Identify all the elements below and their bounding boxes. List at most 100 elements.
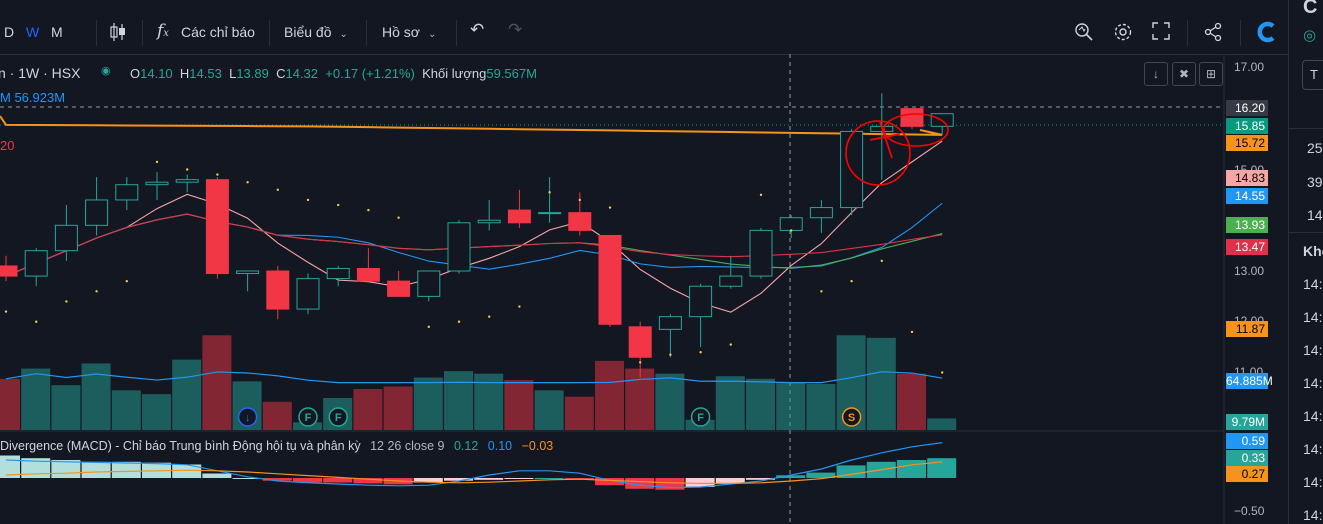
volume-bar [111, 390, 141, 430]
candle-body [809, 207, 833, 219]
psar-dot [850, 279, 853, 283]
macd-histogram-bar [534, 478, 564, 479]
right-side-panel: C ◎ T 25 39 14 Khớ 14:2 14:2 14:2 14:2 1… [1288, 0, 1323, 524]
macd-line-value: 0.10 [487, 439, 513, 453]
psar-dot [95, 290, 98, 293]
volume-bar [806, 383, 836, 430]
macd-histogram-bar [202, 473, 232, 478]
panel-heading: Khớ [1303, 243, 1323, 259]
panel-time: 14:2 [1303, 375, 1323, 391]
volume-bar [534, 390, 564, 430]
volume-bar [927, 418, 957, 430]
macd-title: Divergence (MACD) - Chỉ báo Trung bình Đ… [0, 439, 361, 453]
price-badge: 0.33 [1226, 450, 1268, 466]
dividend-marker-icon[interactable]: ↓ [237, 407, 258, 427]
candle-body [719, 275, 743, 287]
macd-histogram-bar [111, 461, 141, 478]
candle-body [658, 316, 682, 330]
psar-dot [397, 216, 400, 219]
psar-dot [276, 188, 279, 191]
candle-body [54, 224, 78, 252]
volume-bar [444, 371, 473, 430]
earnings-marker-icon[interactable]: F [328, 407, 348, 427]
psar-dot [941, 371, 944, 374]
candle-body [85, 199, 109, 226]
volume-bar [625, 368, 655, 430]
earnings-marker-icon[interactable]: F [690, 407, 711, 427]
panel-time: 14:2 [1303, 342, 1323, 358]
volume-ma-line [5, 371, 943, 384]
panel-time: 14:2 [1303, 276, 1323, 292]
panel-value: 39 [1307, 174, 1323, 190]
volume-bar [202, 335, 232, 430]
volume-bar [897, 373, 926, 430]
volume-bar [172, 359, 202, 430]
volume-bar [0, 378, 20, 430]
panel-time: 14:2 [1303, 474, 1323, 490]
candle-body [115, 184, 139, 201]
price-badge: 13.47 [1226, 239, 1268, 255]
volume-bar [866, 337, 896, 430]
collapse-legend-icon[interactable]: ↓ [1144, 62, 1168, 86]
candle-body [477, 219, 501, 224]
split-marker-icon[interactable]: S [841, 407, 862, 427]
psar-dot [699, 351, 702, 354]
psar-dot [125, 279, 128, 283]
macd-histogram-bar [51, 460, 81, 478]
panel-button-label: T [1310, 67, 1318, 82]
panel-time: 14:2 [1303, 441, 1323, 457]
maximize-pane-icon[interactable]: ⊞ [1199, 62, 1223, 86]
macd-params: 12 26 close 9 [370, 439, 445, 453]
price-badge: 9.79M [1226, 414, 1268, 430]
psar-dot [367, 208, 370, 212]
volume-bar [564, 396, 594, 430]
volume-bar [595, 360, 624, 430]
ma-blue-line [5, 202, 943, 277]
market-open-icon: ◉ [101, 65, 111, 77]
candle-body [175, 179, 199, 183]
price-badge: 15.72 [1226, 135, 1268, 151]
price-badge: 13.93 [1226, 217, 1268, 233]
psar-dot [65, 300, 68, 303]
panel-title: C [1303, 0, 1318, 18]
psar-dot [216, 173, 219, 176]
volume-bar [746, 378, 775, 430]
panel-time: 14:2 [1303, 408, 1323, 424]
svg-text:S: S [848, 412, 855, 424]
panel-time: 14:2 [1303, 309, 1323, 325]
panel-button[interactable]: T [1302, 60, 1323, 90]
candle-body [900, 108, 924, 127]
volume-bar [353, 389, 383, 430]
psar-dot [457, 320, 461, 323]
volume-bar [504, 380, 534, 430]
macd-histogram-bar [323, 478, 353, 483]
price-badge: 0.27 [1226, 466, 1268, 482]
volume-bar [715, 376, 745, 430]
macd-histogram-bar [474, 478, 504, 480]
symbol-label: n · 1W · HSX [0, 65, 81, 81]
volume-bar [142, 394, 171, 430]
candle-body [205, 179, 229, 275]
panel-divider [1289, 128, 1323, 129]
candle-body [840, 130, 864, 209]
psar-dot [488, 315, 491, 318]
earnings-marker-icon[interactable]: F [298, 407, 318, 427]
price-badge: 15.85 [1226, 118, 1268, 134]
minimize-pane-icon[interactable]: ✖ [1172, 62, 1196, 86]
svg-text:F: F [697, 412, 704, 424]
volume-bar [383, 386, 413, 430]
price-badge: 14.55 [1226, 188, 1268, 204]
candle-body [0, 265, 18, 277]
macd-histogram-bar [897, 460, 926, 478]
psar-dot [155, 160, 159, 164]
volume-bar [262, 401, 292, 430]
candle-body [689, 285, 713, 318]
psar-dot [306, 198, 310, 202]
candle-body [266, 270, 290, 310]
macd-signal-value: −0.03 [521, 439, 554, 453]
ohlc-values: O14.10 H14.53 L13.89 C14.32 +0.17 (+1.21… [130, 66, 537, 81]
candle-body [749, 229, 773, 277]
psar-dot [910, 330, 914, 334]
panel-time: 14:2 [1303, 507, 1323, 523]
macd-legend: Divergence (MACD) - Chỉ báo Trung bình Đ… [0, 439, 553, 453]
